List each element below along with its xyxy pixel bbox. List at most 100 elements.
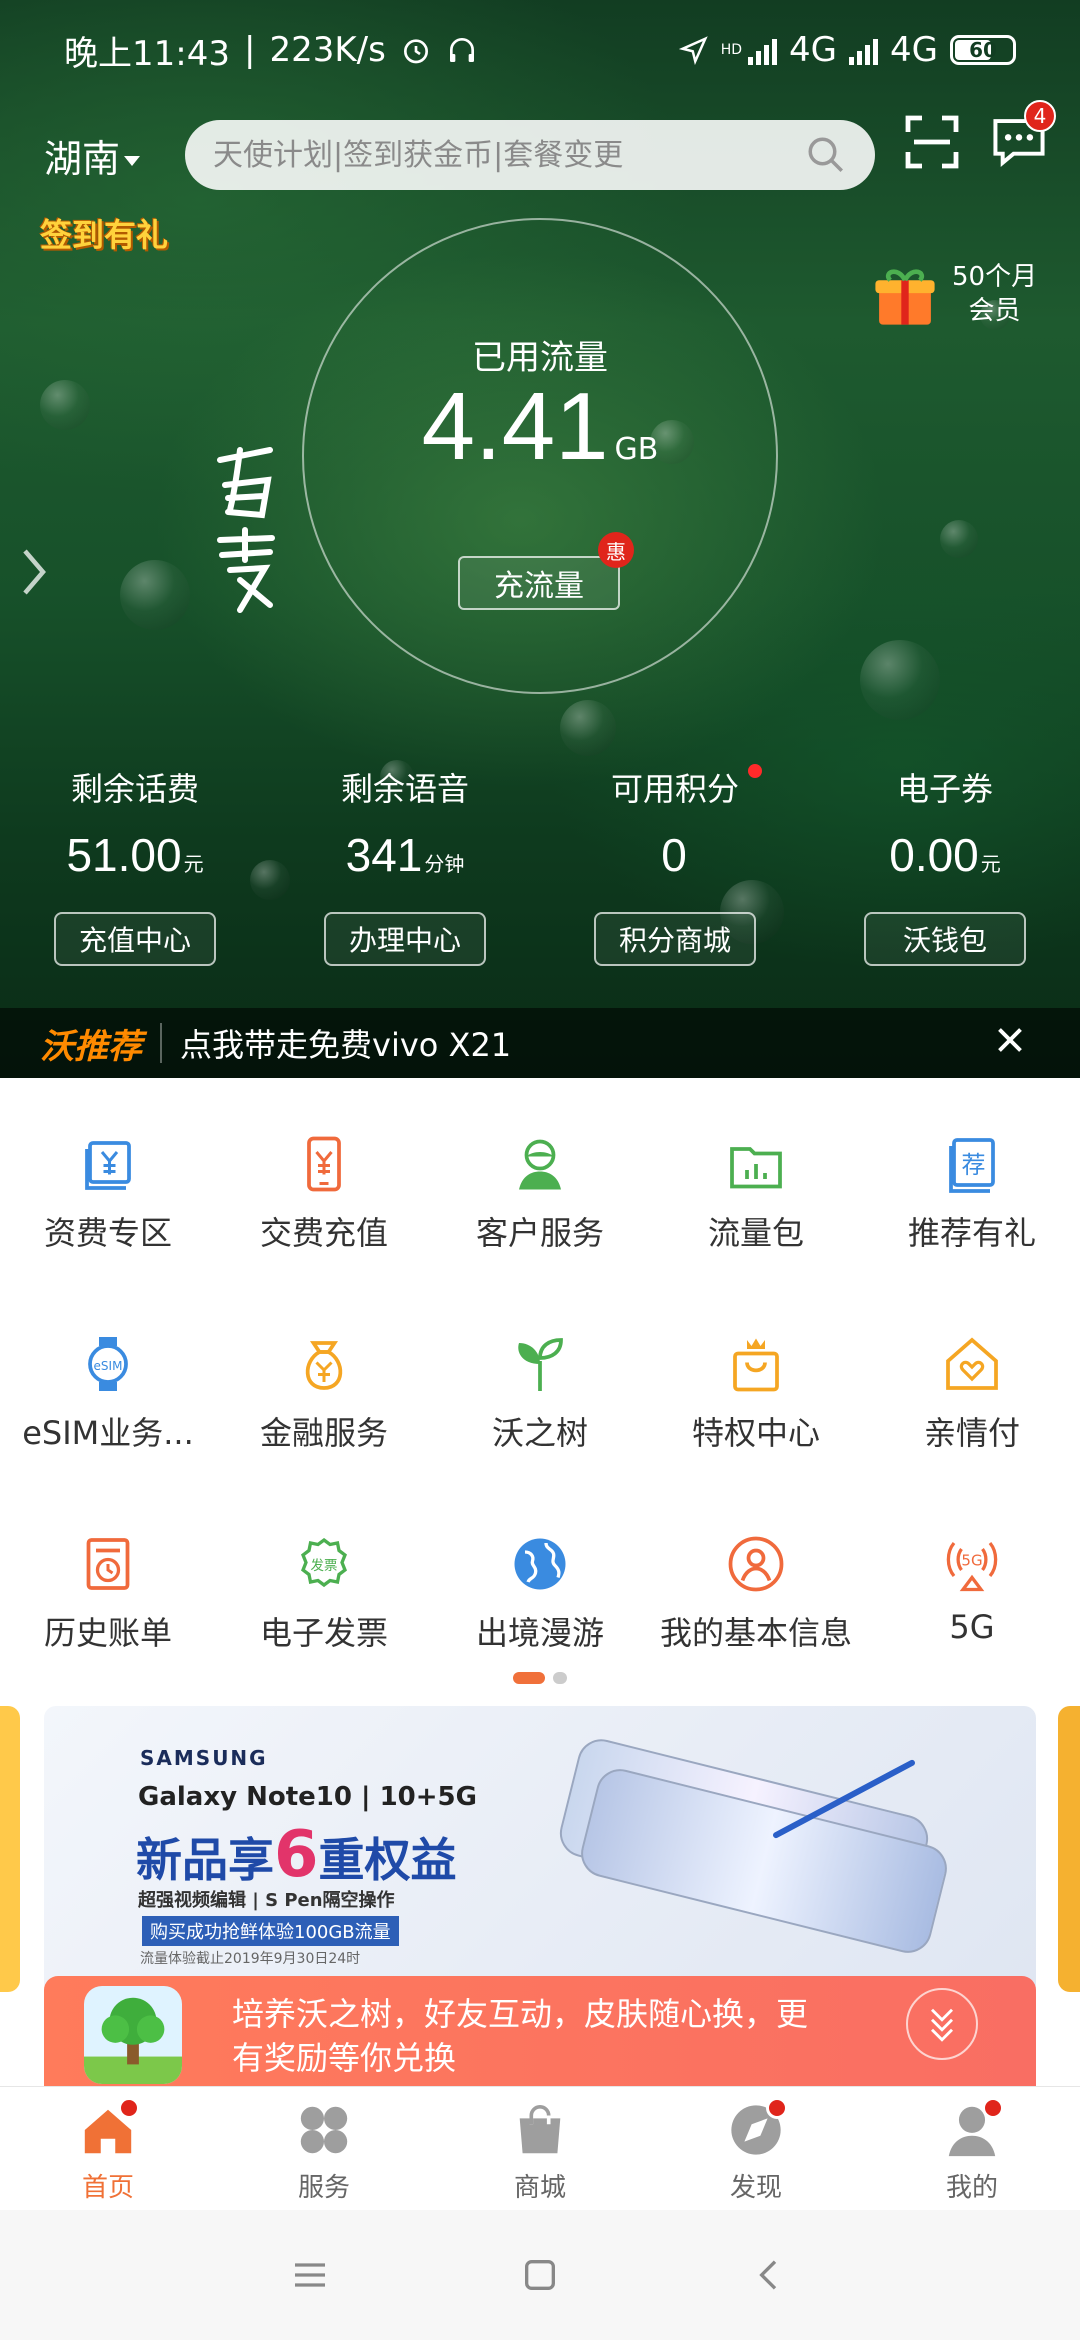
top-bar: 湖南 4 (0, 100, 1080, 210)
grid-item-5g[interactable]: 5G 5G (864, 1478, 1080, 1678)
headphones-icon (449, 38, 474, 62)
tab-home[interactable]: 首页 (0, 2087, 216, 2210)
grid-item-privilege[interactable]: 特权中心 (648, 1278, 864, 1478)
chevron-left-icon[interactable] (16, 548, 52, 608)
menu-icon[interactable] (290, 2255, 330, 2295)
back-icon[interactable] (750, 2255, 790, 2295)
phone-pay-icon (307, 1136, 341, 1192)
bottom-tab-bar: 首页 服务 商城 发现 我的 (0, 2086, 1080, 2210)
stat-label: 电子券 (896, 770, 993, 808)
tab-shop[interactable]: 商城 (432, 2087, 648, 2210)
invoice-icon: 发票 (300, 1537, 348, 1588)
recommend-bar[interactable]: 沃推荐 点我带走免费vivo X21 (0, 1008, 1080, 1078)
5g-icon: 5G (946, 1541, 998, 1592)
system-nav-bar (0, 2210, 1080, 2340)
battery-icon: 60 (950, 35, 1016, 65)
grid-item-family-pay[interactable]: 亲情付 (864, 1278, 1080, 1478)
expand-button[interactable] (906, 1988, 978, 2060)
grid-item-label: 电子发票 (259, 1614, 388, 1652)
notification-dot (766, 2097, 788, 2119)
grid-item-bill-history[interactable]: 历史账单 (0, 1478, 216, 1678)
checkin-reward-button[interactable]: 签到有礼 (40, 210, 168, 256)
points-mall-button[interactable]: 积分商城 (594, 912, 756, 966)
grid-item-profile[interactable]: 我的基本信息 (648, 1478, 864, 1678)
grid-item-label: 亲情付 (923, 1414, 1020, 1452)
svg-text:eSIM: eSIM (94, 1359, 123, 1373)
grid-item-roaming[interactable]: 出境漫游 (432, 1478, 648, 1678)
services-icon (300, 2106, 348, 2154)
usage-value: 4.41 GB (0, 372, 1080, 482)
grid-item-data-package[interactable]: 流量包 (648, 1078, 864, 1278)
banner-subtitle: 超强视频编辑 | S Pen隔空操作 (138, 1890, 395, 1911)
grid-item-label: 流量包 (707, 1214, 804, 1252)
stat-number: 51.00 (66, 829, 182, 881)
tab-me[interactable]: 我的 (864, 2087, 1080, 2210)
heart-home-icon (946, 1337, 998, 1390)
stat-label: 剩余话费 (70, 770, 199, 808)
member-promo-button[interactable]: 50个月 会员 (868, 258, 1037, 332)
search-icon[interactable] (805, 134, 847, 176)
tab-discover[interactable]: 发现 (648, 2087, 864, 2210)
svg-text:5G: 5G (961, 1552, 982, 1570)
scan-icon[interactable] (900, 110, 964, 174)
member-text: 50个月 会员 (952, 261, 1037, 329)
recharge-center-button[interactable]: 充值中心 (54, 912, 216, 966)
network-type-2: 4G (890, 30, 938, 70)
messages-button[interactable]: 4 (990, 100, 1056, 176)
grid-item-recharge[interactable]: 交费充值 (216, 1078, 432, 1278)
notification-dot (118, 2097, 140, 2119)
shop-bag-icon (519, 2105, 561, 2154)
grid-item-customer-service[interactable]: 客户服务 (432, 1078, 648, 1278)
headline-post: 重权益 (318, 1833, 457, 1887)
stat-unit: 分钟 (424, 854, 465, 876)
headline-pre: 新品享 (136, 1833, 274, 1887)
grid-item-tariff[interactable]: 资费专区 (0, 1078, 216, 1278)
tab-services[interactable]: 服务 (216, 2087, 432, 2210)
recharge-data-button[interactable]: 充流量 (458, 556, 620, 610)
wo-tree-promo[interactable]: 培养沃之树，好友互动，皮肤随心换，更有奖励等你兑换 (44, 1976, 1036, 2086)
grid-item-e-invoice[interactable]: 发票 电子发票 (216, 1478, 432, 1678)
region-label: 湖南 (44, 136, 121, 181)
grid-item-label: 特权中心 (691, 1414, 820, 1452)
location-arrow-icon (678, 36, 708, 65)
region-selector[interactable]: 湖南 (44, 128, 184, 183)
network-speed: 223K/s (269, 30, 386, 70)
grid-item-recommend[interactable]: 荐 推荐有礼 (864, 1078, 1080, 1278)
tab-label: 发现 (729, 2173, 782, 2203)
stat-value: 0 (540, 828, 810, 882)
grid-item-wo-tree[interactable]: 沃之树 (432, 1278, 648, 1478)
grid-item-esim[interactable]: eSIM eSIM业务... (0, 1278, 216, 1478)
grid-item-finance[interactable]: 金融服务 (216, 1278, 432, 1478)
page-dot-active[interactable] (513, 1672, 545, 1684)
wo-wallet-button[interactable]: 沃钱包 (864, 912, 1026, 966)
search-input[interactable] (213, 137, 805, 173)
hero-panel: 晚上11:43 | 223K/s HD 4G 4G 60 湖南 4 (0, 0, 1080, 1078)
status-separator: | (243, 30, 256, 70)
stat-points: 可用积分 0 积分商城 (540, 764, 810, 966)
data-package-icon (730, 1147, 782, 1189)
stat-number: 0.00 (889, 829, 979, 881)
recommend-text[interactable]: 点我带走免费vivo X21 (180, 1020, 511, 1066)
notification-dot (748, 764, 762, 778)
page-indicator (0, 1672, 1080, 1684)
carousel-prev-card[interactable] (0, 1706, 20, 1992)
recommend-icon: 荐 (949, 1138, 995, 1193)
carousel-next-card[interactable] (1058, 1706, 1080, 1992)
stat-number: 341 (345, 829, 423, 881)
water-drop (120, 560, 190, 630)
battery-level: 60 (969, 38, 997, 62)
promo-banner[interactable]: SAMSUNG Galaxy Note10 | 10+5G 新品享6重权益 超强… (44, 1706, 1036, 1996)
grid-item-label: 金融服务 (259, 1414, 388, 1452)
service-center-button[interactable]: 办理中心 (324, 912, 486, 966)
grid-item-label: 沃之树 (491, 1414, 588, 1452)
money-bag-icon (305, 1341, 343, 1390)
status-bar: 晚上11:43 | 223K/s HD 4G 4G 60 (0, 0, 1080, 100)
close-icon[interactable] (992, 1022, 1028, 1058)
recommend-title: 沃推荐 (40, 1026, 142, 1067)
home-square-icon[interactable] (520, 2255, 560, 2295)
network-type-1: 4G (789, 30, 838, 70)
page-dot[interactable] (553, 1672, 567, 1684)
headline-num: 6 (274, 1818, 319, 1892)
water-drop (560, 700, 616, 756)
search-box[interactable] (185, 120, 875, 190)
